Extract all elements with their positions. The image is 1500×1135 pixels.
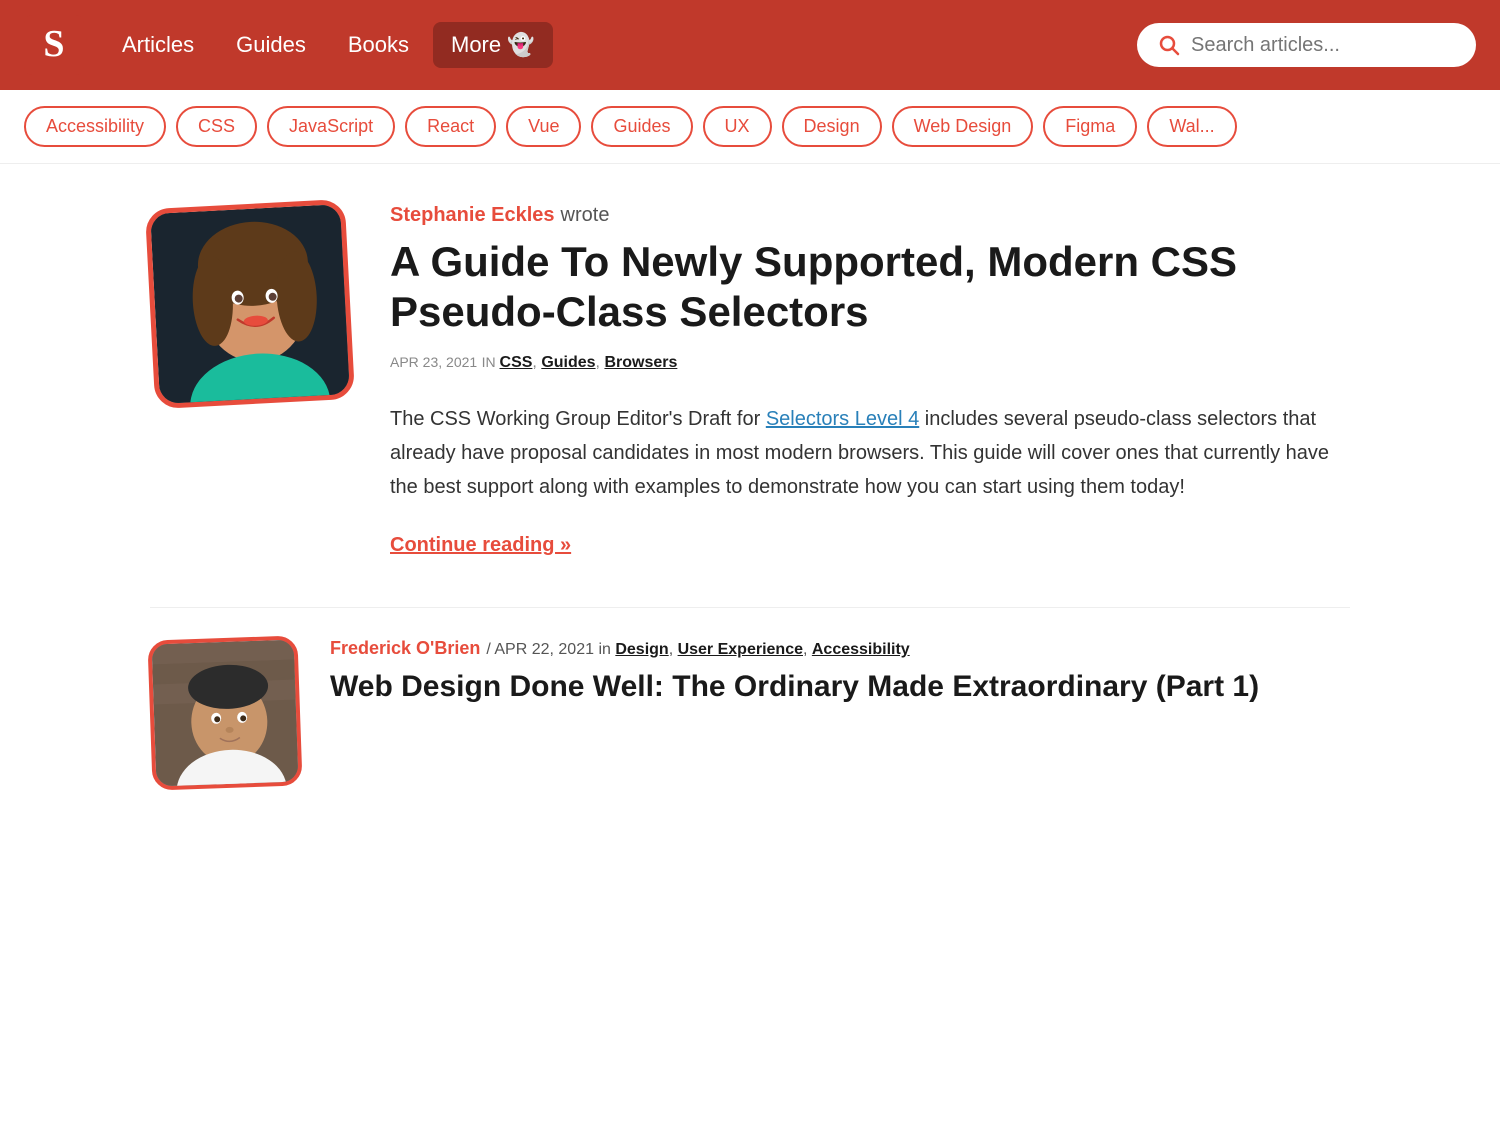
nav-guides[interactable]: Guides xyxy=(218,22,324,68)
tag-vue[interactable]: Vue xyxy=(506,106,581,147)
tag-more[interactable]: Wal... xyxy=(1147,106,1236,147)
article-date-1: APR 23, 2021 xyxy=(390,354,477,370)
author-wrote-1: wrote xyxy=(561,204,610,227)
article-cat-css[interactable]: CSS xyxy=(500,354,533,371)
search-input[interactable] xyxy=(1191,34,1456,57)
divider-1 xyxy=(150,607,1350,608)
author-name-1[interactable]: Stephanie Eckles xyxy=(390,204,555,227)
more-label: More xyxy=(451,32,501,58)
nav-articles[interactable]: Articles xyxy=(104,22,212,68)
author-line-2: Frederick O'Brien / APR 22, 2021 in Desi… xyxy=(330,638,1259,659)
nav-books[interactable]: Books xyxy=(330,22,427,68)
author-line-1: Stephanie Eckles wrote xyxy=(390,204,1350,227)
tags-bar: Accessibility CSS JavaScript React Vue G… xyxy=(0,90,1500,164)
ghost-icon: 👻 xyxy=(507,32,534,58)
tag-react[interactable]: React xyxy=(405,106,496,147)
tag-guides[interactable]: Guides xyxy=(591,106,692,147)
article-excerpt-1: The CSS Working Group Editor's Draft for… xyxy=(390,402,1350,504)
article-cat-accessibility[interactable]: Accessibility xyxy=(812,641,910,658)
tag-css[interactable]: CSS xyxy=(176,106,257,147)
article-title-2[interactable]: Web Design Done Well: The Ordinary Made … xyxy=(330,667,1259,706)
main-content: Stephanie Eckles wrote A Guide To Newly … xyxy=(100,164,1400,858)
tag-figma[interactable]: Figma xyxy=(1043,106,1137,147)
author-name-2[interactable]: Frederick O'Brien xyxy=(330,638,480,659)
article-info-1: Stephanie Eckles wrote A Guide To Newly … xyxy=(390,204,1350,557)
article-meta-1: APR 23, 2021 in CSS, Guides, Browsers xyxy=(390,354,1350,372)
tag-design[interactable]: Design xyxy=(782,106,882,147)
search-icon xyxy=(1157,33,1181,57)
article-cat-design[interactable]: Design xyxy=(615,641,668,658)
article-meta-2: / APR 22, 2021 in Design, User Experienc… xyxy=(486,641,909,659)
article-cat-browsers[interactable]: Browsers xyxy=(604,354,677,371)
article-title-1[interactable]: A Guide To Newly Supported, Modern CSS P… xyxy=(390,237,1350,338)
svg-text:S: S xyxy=(43,23,64,65)
excerpt-before: The CSS Working Group Editor's Draft for xyxy=(390,408,766,430)
article-card-featured: Stephanie Eckles wrote A Guide To Newly … xyxy=(150,204,1350,557)
tag-accessibility[interactable]: Accessibility xyxy=(24,106,166,147)
tag-javascript[interactable]: JavaScript xyxy=(267,106,395,147)
continue-reading-1[interactable]: Continue reading » xyxy=(390,534,571,557)
article-info-2: Frederick O'Brien / APR 22, 2021 in Desi… xyxy=(330,638,1259,706)
article-card-2: Frederick O'Brien / APR 22, 2021 in Desi… xyxy=(150,638,1350,788)
navbar: S Articles Guides Books More 👻 xyxy=(0,0,1500,90)
tag-ux[interactable]: UX xyxy=(703,106,772,147)
excerpt-link[interactable]: Selectors Level 4 xyxy=(766,408,919,430)
author-avatar-2 xyxy=(147,635,302,790)
article-date-2: APR 22, 2021 xyxy=(494,641,594,658)
site-logo[interactable]: S xyxy=(24,15,84,75)
nav-more[interactable]: More 👻 xyxy=(433,22,553,68)
nav-links: Articles Guides Books More 👻 xyxy=(104,22,1127,68)
author-avatar-1 xyxy=(145,199,355,409)
tag-web-design[interactable]: Web Design xyxy=(892,106,1034,147)
article-cat-guides[interactable]: Guides xyxy=(541,354,595,371)
search-container xyxy=(1137,23,1476,67)
article-cat-ux[interactable]: User Experience xyxy=(678,641,803,658)
